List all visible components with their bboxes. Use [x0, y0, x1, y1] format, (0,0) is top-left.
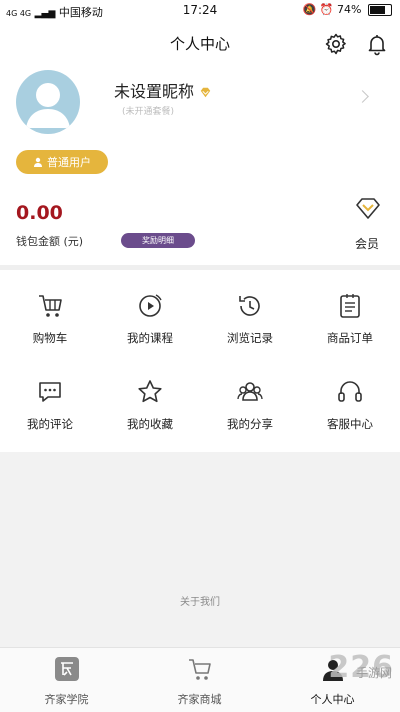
about-us-link[interactable]: 关于我们 [0, 593, 400, 608]
subscription-status: (未开通套餐) [122, 107, 175, 117]
headset-icon [338, 381, 362, 402]
nickname[interactable]: 未设置昵称 [114, 78, 212, 102]
share-icon [237, 382, 263, 401]
wallet-label: 钱包金额 (元) [16, 235, 84, 248]
wallet-amount: 0.00 [16, 202, 63, 224]
play-icon [139, 294, 162, 317]
alarm-icon: ⏰ [319, 3, 334, 16]
mute-icon: 🔕 [302, 3, 317, 16]
menu-item-label: 我的收藏 [127, 417, 173, 431]
tab-label: 齐家商城 [177, 693, 222, 706]
menu-item-label: 购物车 [32, 331, 68, 345]
menu-item-share[interactable]: 我的分享 [200, 378, 300, 432]
watermark-text: 手游网 [355, 666, 392, 680]
reward-detail-button[interactable]: 奖励明细 [121, 233, 195, 248]
notification-bell-icon[interactable] [365, 32, 389, 56]
academy-icon [54, 657, 79, 681]
membership-diamond-icon[interactable] [354, 195, 382, 223]
menu-item-favorites[interactable]: 我的收藏 [100, 378, 200, 432]
status-bar: 4G 4G ▂▄▆ 中国移动 17:24 🔕 ⏰ 74% [0, 0, 400, 22]
battery-percent: 74% [337, 3, 362, 16]
shop-icon [188, 659, 211, 680]
menu-item-cart[interactable]: 购物车 [0, 292, 100, 346]
battery-icon [368, 4, 392, 16]
membership-label[interactable]: 会员 [355, 235, 379, 252]
user-icon [34, 157, 42, 167]
tab-label: 齐家学院 [44, 693, 89, 706]
empty-content-area [0, 452, 400, 647]
menu-item-label: 我的分享 [227, 417, 273, 431]
menu-item-label: 浏览记录 [227, 331, 273, 345]
menu-item-history[interactable]: 浏览记录 [200, 292, 300, 346]
menu-item-comments[interactable]: 我的评论 [0, 378, 100, 432]
history-icon [239, 296, 260, 316]
cart-icon [39, 295, 62, 317]
star-icon [138, 380, 162, 403]
menu-item-label: 客服中心 [327, 417, 373, 431]
tab-academy[interactable]: 齐家学院 [0, 656, 133, 707]
section-divider [0, 265, 400, 270]
order-icon [340, 294, 360, 318]
menu-item-label: 我的评论 [27, 417, 73, 431]
menu-item-courses[interactable]: 我的课程 [100, 292, 200, 346]
avatar[interactable] [16, 70, 80, 134]
comment-icon [39, 382, 61, 402]
user-type-badge: 普通用户 [16, 150, 108, 174]
menu-item-label: 我的课程 [127, 331, 173, 345]
menu-item-support[interactable]: 客服中心 [300, 378, 400, 432]
chevron-right-icon[interactable] [356, 90, 369, 103]
menu-item-orders[interactable]: 商品订单 [300, 292, 400, 346]
menu-item-label: 商品订单 [327, 331, 373, 345]
tab-label: 个人中心 [310, 693, 355, 706]
tab-shop[interactable]: 齐家商城 [133, 656, 266, 707]
vip-diamond-icon [200, 87, 211, 98]
default-avatar-icon [26, 83, 70, 128]
settings-gear-icon[interactable] [324, 32, 348, 56]
